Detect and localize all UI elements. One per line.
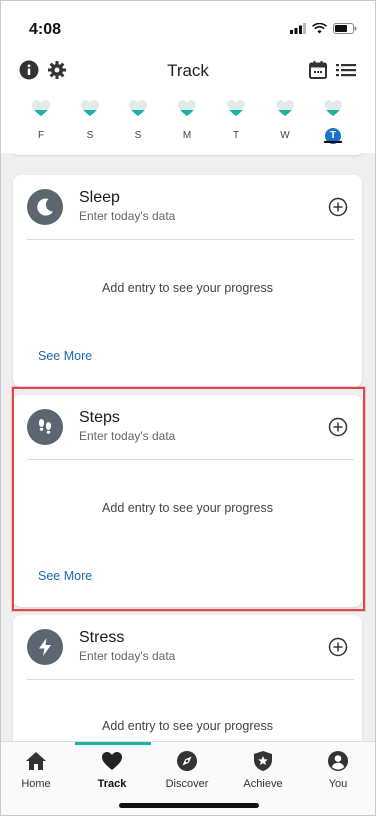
nav-label: Track: [97, 778, 127, 790]
see-more-link[interactable]: See More: [38, 569, 92, 583]
day-item[interactable]: F: [26, 99, 56, 144]
steps-card[interactable]: Steps Enter today's data Add entry to se…: [13, 395, 362, 607]
card-title: Stress: [79, 629, 125, 646]
previous-card-edge: [13, 153, 362, 155]
empty-state-text: Add entry to see your progress: [102, 501, 273, 515]
card-divider: [27, 459, 354, 460]
nav-track[interactable]: Track: [80, 750, 144, 790]
heart-progress-icon: [324, 100, 342, 116]
status-bar: 4:08: [1, 1, 375, 45]
add-stress-entry-button[interactable]: [328, 637, 348, 657]
see-more-link[interactable]: See More: [38, 349, 92, 363]
status-icons: [290, 23, 357, 34]
card-title: Sleep: [79, 189, 120, 206]
day-label: T: [232, 130, 240, 141]
heart-progress-icon: [178, 100, 196, 116]
add-sleep-entry-button[interactable]: [328, 197, 348, 217]
footprints-icon: [38, 419, 52, 434]
plus-circle-icon: [328, 637, 348, 657]
day-item[interactable]: W: [270, 99, 300, 144]
card-subtitle: Enter today's data: [79, 649, 176, 663]
top-app-bar: Track: [1, 49, 375, 89]
tracker-list[interactable]: Sleep Enter today's data Add entry to se…: [1, 153, 375, 741]
nav-label: Home: [21, 778, 51, 790]
day-label: S: [134, 130, 142, 141]
add-steps-entry-button[interactable]: [328, 417, 348, 437]
empty-state-text: Add entry to see your progress: [102, 281, 273, 295]
empty-state-text: Add entry to see your progress: [102, 719, 273, 733]
shield-star-icon: [254, 751, 272, 771]
calendar-button[interactable]: [307, 59, 329, 81]
selected-day-underline: [324, 141, 342, 143]
card-divider: [27, 239, 354, 240]
home-indicator: [119, 803, 259, 808]
nav-you[interactable]: You: [306, 750, 370, 790]
card-divider: [27, 679, 354, 680]
heart-progress-icon: [227, 100, 245, 116]
heart-progress-icon: [32, 100, 50, 116]
stress-tracker-icon: [27, 629, 63, 665]
list-icon: [336, 64, 356, 77]
stress-card[interactable]: Stress Enter today's data Add entry to s…: [13, 615, 362, 741]
nav-discover[interactable]: Discover: [155, 750, 219, 790]
nav-home[interactable]: Home: [4, 750, 68, 790]
list-view-button[interactable]: [335, 59, 357, 81]
heart-progress-icon: [81, 100, 99, 116]
heart-progress-icon: [129, 100, 147, 116]
battery-icon: [333, 23, 357, 34]
day-selector: F S S M T W T: [1, 99, 375, 155]
heart-icon: [102, 752, 122, 770]
moon-icon: [37, 198, 53, 216]
steps-tracker-icon: [27, 409, 63, 445]
day-label: M: [182, 130, 192, 141]
active-tab-indicator: [75, 742, 151, 745]
card-subtitle: Enter today's data: [79, 209, 176, 223]
day-item[interactable]: T: [221, 99, 251, 144]
sleep-tracker-icon: [27, 189, 63, 225]
day-item[interactable]: M: [172, 99, 202, 144]
compass-icon: [177, 751, 197, 771]
sleep-card[interactable]: Sleep Enter today's data Add entry to se…: [13, 175, 362, 387]
signal-icon: [290, 23, 306, 34]
wifi-icon: [312, 23, 327, 34]
day-item-selected[interactable]: T: [318, 99, 348, 144]
nav-achieve[interactable]: Achieve: [231, 750, 295, 790]
plus-circle-icon: [328, 197, 348, 217]
day-item[interactable]: S: [75, 99, 105, 144]
card-subtitle: Enter today's data: [79, 429, 176, 443]
day-label: S: [86, 130, 94, 141]
plus-circle-icon: [328, 417, 348, 437]
day-label: W: [280, 130, 290, 141]
calendar-icon: [309, 61, 327, 79]
person-icon: [328, 751, 348, 771]
nav-label: Achieve: [243, 778, 283, 790]
day-item[interactable]: S: [123, 99, 153, 144]
card-title: Steps: [79, 409, 120, 426]
day-label: F: [37, 130, 45, 141]
status-time: 4:08: [29, 21, 62, 38]
lightning-icon: [39, 638, 51, 656]
heart-progress-icon: [276, 100, 294, 116]
nav-label: You: [328, 778, 348, 790]
home-icon: [26, 752, 46, 770]
nav-label: Discover: [165, 778, 209, 790]
phone-screen: 4:08 Track F S S M T W T Sleep Enter tod…: [0, 0, 376, 816]
